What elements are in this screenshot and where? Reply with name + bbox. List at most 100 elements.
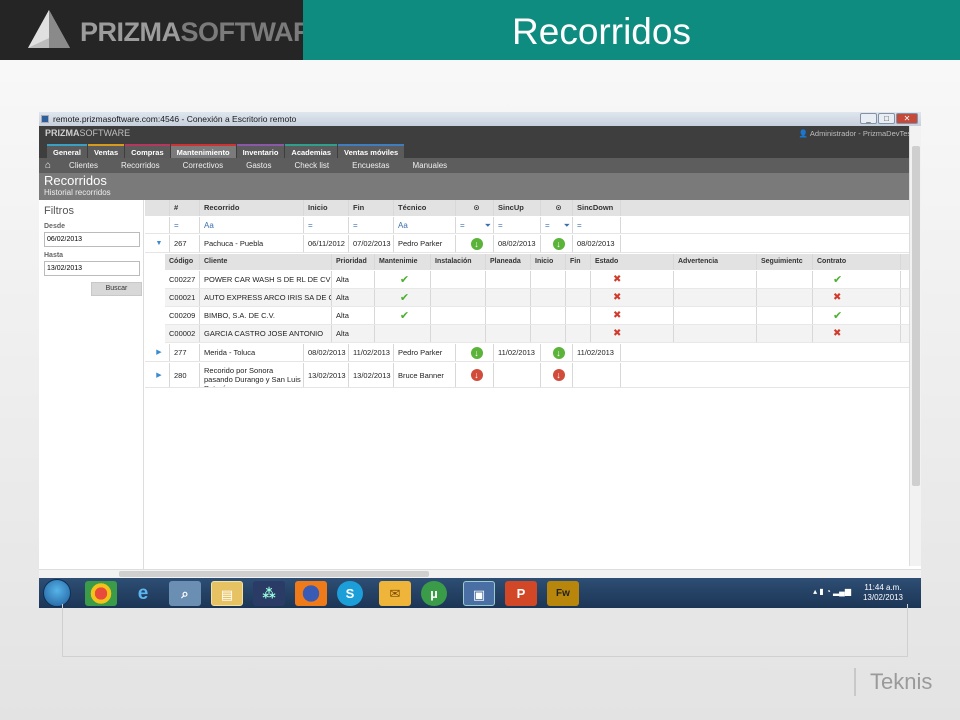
cross-icon: ✖ xyxy=(813,325,901,342)
user-menu[interactable]: 👤 Administrador - PrizmaDevTests xyxy=(799,129,917,138)
cross-icon: ✖ xyxy=(813,289,901,306)
taskbar-clock[interactable]: 11:44 a.m. 13/02/2013 xyxy=(863,583,903,603)
filter-num[interactable]: = xyxy=(170,217,200,233)
detail-row[interactable]: C00021 AUTO EXPRESS ARCO IRIS SA DE CV A… xyxy=(165,289,909,307)
check-icon: ✔ xyxy=(813,307,901,324)
page-subtitle: Historial recorridos xyxy=(44,188,111,197)
horizontal-scrollbar[interactable] xyxy=(39,569,921,578)
check-icon: ✔ xyxy=(813,271,901,288)
detail-row[interactable]: C00209 BIMBO, S.A. DE C.V. Alta ✔ ✖ ✔ xyxy=(165,307,909,325)
system-tray-icons[interactable]: ▴ ▮ ◔ ▂▄▆ xyxy=(813,587,851,596)
page-header: Recorridos Historial recorridos xyxy=(39,173,921,200)
table-row[interactable]: ▼ 267 Pachuca - Puebla 06/11/2012 07/02/… xyxy=(145,235,909,253)
logo-band: PRIZMASOFTWARE xyxy=(0,0,330,60)
check-icon: ✔ xyxy=(375,307,431,324)
submenu-encuestas[interactable]: Encuestas xyxy=(352,161,389,170)
vertical-scrollbar[interactable] xyxy=(909,126,921,566)
recorridos-grid: # Recorrido Inicio Fin Técnico ⊙ SincUp … xyxy=(145,200,909,578)
close-button[interactable]: ✕ xyxy=(896,113,918,124)
prizma-logo-text: PRIZMASOFTWARE xyxy=(80,17,330,47)
menu-inventario[interactable]: Inventario xyxy=(236,144,285,158)
remote-desktop-icon xyxy=(41,115,49,123)
expand-row-icon[interactable]: ▶ xyxy=(145,344,170,361)
sync-down-ok-icon: ↓ xyxy=(552,347,565,360)
skype-icon[interactable]: S xyxy=(337,581,363,606)
vertical-scroll-thumb[interactable] xyxy=(912,146,920,486)
filters-panel: Filtros Desde Hasta Buscar xyxy=(39,200,144,578)
col-header-sincdown[interactable]: SincDown xyxy=(573,200,621,216)
firefox-icon[interactable] xyxy=(295,581,327,606)
check-icon: ✔ xyxy=(375,289,431,306)
fireworks-icon[interactable]: Fw xyxy=(547,581,579,606)
menu-general[interactable]: General xyxy=(47,144,87,158)
start-button[interactable] xyxy=(43,579,71,607)
filter-recorrido[interactable]: Aa xyxy=(200,217,304,233)
minimize-button[interactable]: _ xyxy=(860,113,877,124)
grid-filter-row: = Aa = = Aa = ⏷ = = ⏷ = xyxy=(145,217,909,234)
remote-desktop-taskbar-icon[interactable]: ▣ xyxy=(463,581,495,606)
sync-up-error-icon: ↓ xyxy=(470,369,483,381)
submenu-check-list[interactable]: Check list xyxy=(294,161,329,170)
col-header-inicio[interactable]: Inicio xyxy=(304,200,349,216)
file-explorer-icon[interactable]: ▤ xyxy=(211,581,243,606)
cross-icon: ✖ xyxy=(591,271,674,288)
filter-inicio[interactable]: = xyxy=(304,217,349,233)
menu-compras[interactable]: Compras xyxy=(125,144,170,158)
sync-up-header-icon[interactable]: ⊙ xyxy=(456,200,494,216)
grid-header-row: # Recorrido Inicio Fin Técnico ⊙ SincUp … xyxy=(145,200,909,216)
detail-row[interactable]: C00002 GARCIA CASTRO JOSE ANTONIO Alta ✖… xyxy=(165,325,909,343)
desde-label: Desde xyxy=(44,223,66,230)
menu-academias[interactable]: Academias xyxy=(285,144,338,158)
app-logo: PRIZMASOFTWARE xyxy=(45,128,131,138)
filter-sincdown[interactable]: = xyxy=(573,217,621,233)
submenu-correctivos[interactable]: Correctivos xyxy=(183,161,223,170)
col-header-fin[interactable]: Fin xyxy=(349,200,394,216)
slide-title: Recorridos xyxy=(303,0,960,60)
search-app-icon[interactable]: ⌕ xyxy=(169,581,201,606)
sync-up-ok-icon: ↓ xyxy=(470,347,483,360)
submenu-recorridos[interactable]: Recorridos xyxy=(121,161,160,170)
internet-explorer-icon[interactable]: e xyxy=(127,581,159,606)
utorrent-icon[interactable]: µ xyxy=(421,581,447,606)
buscar-button[interactable]: Buscar xyxy=(91,282,142,296)
collapse-row-icon[interactable]: ▼ xyxy=(145,235,170,252)
submenu-clientes[interactable]: Clientes xyxy=(69,161,98,170)
funnel-icon[interactable]: ⏷ xyxy=(564,217,570,233)
col-header-num[interactable]: # xyxy=(170,200,200,216)
menu-ventas[interactable]: Ventas xyxy=(87,144,125,158)
desde-input[interactable] xyxy=(44,232,140,247)
main-menu: General Ventas Compras Mantenimiento Inv… xyxy=(39,142,921,158)
funnel-icon[interactable]: ⏷ xyxy=(485,217,491,233)
powerpoint-icon[interactable]: P xyxy=(505,581,537,606)
filter-sincup[interactable]: = xyxy=(494,217,541,233)
col-header-recorrido[interactable]: Recorrido xyxy=(200,200,304,216)
chrome-icon[interactable] xyxy=(85,581,117,606)
filter-syncdown-status[interactable]: = ⏷ xyxy=(541,217,573,233)
prizma-logo-icon xyxy=(28,10,70,48)
app-topbar: PRIZMASOFTWARE 👤 Administrador - PrizmaD… xyxy=(39,126,921,142)
expand-row-icon[interactable]: ▶ xyxy=(145,363,170,387)
slide-frame xyxy=(62,604,908,657)
table-row[interactable]: ▶ 277 Merida - Toluca 08/02/2013 11/02/2… xyxy=(145,344,909,362)
table-row[interactable]: ▶ 280 Recorido por Sonora pasando Durang… xyxy=(145,363,909,388)
mail-app-icon[interactable]: ✉ xyxy=(379,581,411,606)
col-header-tecnico[interactable]: Técnico xyxy=(394,200,456,216)
sync-down-header-icon[interactable]: ⊙ xyxy=(541,200,573,216)
network-app-icon[interactable]: ⁂ xyxy=(253,581,285,606)
submenu-manuales[interactable]: Manuales xyxy=(412,161,447,170)
home-icon[interactable]: ⌂ xyxy=(45,160,51,171)
submenu-gastos[interactable]: Gastos xyxy=(246,161,271,170)
menu-ventas-moviles[interactable]: Ventas móviles xyxy=(338,144,405,158)
detail-row[interactable]: C00227 POWER CAR WASH S DE RL DE CV Alta… xyxy=(165,271,909,289)
maximize-button[interactable]: □ xyxy=(878,113,895,124)
filter-syncup-status[interactable]: = ⏷ xyxy=(456,217,494,233)
footer-brand: Teknis xyxy=(854,668,932,696)
horizontal-scroll-thumb[interactable] xyxy=(119,571,429,577)
hasta-input[interactable] xyxy=(44,261,140,276)
filter-fin[interactable]: = xyxy=(349,217,394,233)
col-header-sincup[interactable]: SincUp xyxy=(494,200,541,216)
detail-header-row: Código Cliente Prioridad Mantenimie Inst… xyxy=(165,254,909,270)
filter-tecnico[interactable]: Aa xyxy=(394,217,456,233)
remote-desktop-window: remote.prizmasoftware.com:4546 - Conexió… xyxy=(39,112,921,608)
menu-mantenimiento[interactable]: Mantenimiento xyxy=(170,144,236,158)
